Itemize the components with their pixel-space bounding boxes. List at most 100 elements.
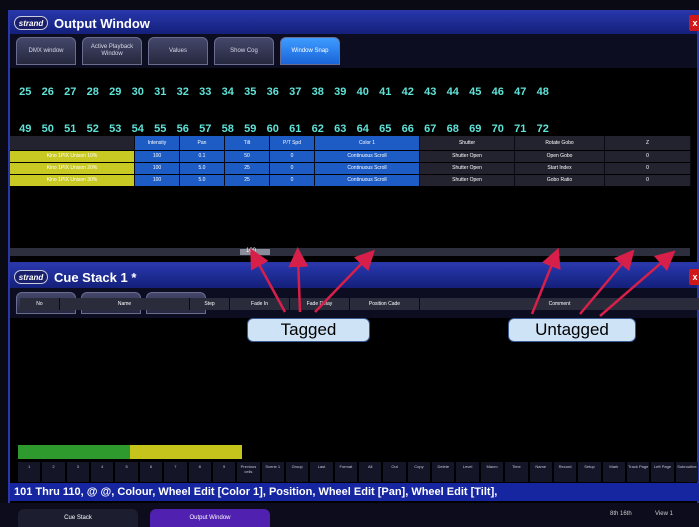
tab-dmx-window[interactable]: DMX window: [16, 37, 76, 65]
softkey[interactable]: Delete: [432, 462, 455, 482]
grid-cell[interactable]: Kino 1PIX Unison 30%: [10, 175, 135, 186]
grid-cell[interactable]: Gobo Ratio: [515, 175, 605, 186]
channel-number[interactable]: 52: [82, 123, 105, 135]
tab-show-cog[interactable]: Show Cog: [214, 37, 274, 65]
channel-number[interactable]: 39: [329, 86, 352, 98]
bottom-tab-output-window[interactable]: Output Window: [150, 509, 270, 527]
channel-number[interactable]: 36: [262, 86, 285, 98]
softkey[interactable]: Time: [505, 462, 528, 482]
softkey[interactable]: Macro: [480, 462, 504, 482]
channel-number[interactable]: 40: [352, 86, 375, 98]
channel-number[interactable]: 45: [464, 86, 487, 98]
softkey[interactable]: All: [359, 462, 382, 482]
channel-number[interactable]: 72: [532, 123, 555, 135]
horizontal-scrollbar[interactable]: 100: [10, 248, 690, 256]
grid-cell[interactable]: 50: [225, 151, 270, 162]
channel-number[interactable]: 51: [59, 123, 82, 135]
softkey[interactable]: 4: [91, 462, 114, 482]
grid-header-cell[interactable]: Pan: [180, 136, 225, 150]
grid-cell[interactable]: 100: [135, 163, 180, 174]
command-line[interactable]: 101 Thru 110, @ @, Colour, Wheel Edit [C…: [10, 483, 699, 501]
softkey[interactable]: Mark: [602, 462, 625, 482]
grid-row[interactable]: Kino 1PIX Unison 10% 100 0.1 50 0 Continuous …: [10, 151, 691, 162]
channel-number[interactable]: 47: [509, 86, 532, 98]
softkey[interactable]: Left Page: [651, 462, 674, 482]
grid-cell[interactable]: 0: [605, 163, 691, 174]
channel-number[interactable]: 31: [149, 86, 172, 98]
channel-number[interactable]: 53: [104, 123, 127, 135]
cue-column-header[interactable]: Position Cade: [350, 298, 420, 310]
tab-values[interactable]: Values: [148, 37, 208, 65]
softkey[interactable]: Group: [285, 462, 309, 482]
softkey[interactable]: 5: [115, 462, 138, 482]
softkey[interactable]: 3: [66, 462, 90, 482]
cue-column-header[interactable]: Step: [190, 298, 230, 310]
grid-cell[interactable]: 25: [225, 163, 270, 174]
channel-number[interactable]: 63: [329, 123, 352, 135]
grid-cell[interactable]: Shutter Open: [420, 163, 515, 174]
grid-cell[interactable]: 0.1: [180, 151, 225, 162]
channel-number[interactable]: 27: [59, 86, 82, 98]
grid-row[interactable]: Kino 1PIX Unison 20% 100 5.0 25 0 Continuous …: [10, 163, 691, 174]
grid-header-cell[interactable]: P/T Spd: [270, 136, 315, 150]
close-icon[interactable]: x: [689, 15, 699, 31]
channel-number[interactable]: 54: [127, 123, 150, 135]
softkey[interactable]: Last: [310, 462, 333, 482]
channel-number[interactable]: 38: [307, 86, 330, 98]
channel-number[interactable]: 42: [397, 86, 420, 98]
channel-number[interactable]: 70: [487, 123, 510, 135]
softkey[interactable]: 6: [139, 462, 163, 482]
grid-cell[interactable]: 5.0: [180, 175, 225, 186]
channel-number[interactable]: 58: [217, 123, 240, 135]
channel-number[interactable]: 55: [149, 123, 172, 135]
cue-column-header[interactable]: No: [20, 298, 60, 310]
softkey[interactable]: Record: [553, 462, 577, 482]
cue-window-titlebar[interactable]: strand Cue Stack 1 * x: [10, 266, 699, 288]
channel-number[interactable]: 44: [442, 86, 465, 98]
channel-number[interactable]: 71: [509, 123, 532, 135]
channel-number[interactable]: 56: [172, 123, 195, 135]
grid-header-cell[interactable]: Shutter: [420, 136, 515, 150]
grid-cell[interactable]: 100: [135, 151, 180, 162]
softkey[interactable]: Format: [334, 462, 358, 482]
channel-number[interactable]: 50: [37, 123, 60, 135]
grid-header-cell[interactable]: Rotate Gobo: [515, 136, 605, 150]
grid-header-cell[interactable]: [10, 136, 135, 150]
channel-number[interactable]: 46: [487, 86, 510, 98]
channel-number[interactable]: 25: [14, 86, 37, 98]
grid-header-cell[interactable]: Color 1: [315, 136, 420, 150]
grid-cell[interactable]: Shutter Open: [420, 175, 515, 186]
grid-cell[interactable]: Continuous Scroll: [315, 151, 420, 162]
softkey[interactable]: Setup: [578, 462, 601, 482]
channel-number[interactable]: 67: [419, 123, 442, 135]
grid-header-cell[interactable]: Intensity: [135, 136, 180, 150]
channel-number[interactable]: 29: [104, 86, 127, 98]
channel-number[interactable]: 37: [284, 86, 307, 98]
tab-active-playback[interactable]: Active Playback Window: [82, 37, 142, 65]
grid-cell[interactable]: 0: [605, 151, 691, 162]
softkey[interactable]: Level: [456, 462, 479, 482]
softkey[interactable]: Subroutine: [675, 462, 699, 482]
grid-row[interactable]: Kino 1PIX Unison 30% 100 5.0 25 0 Continuous …: [10, 175, 691, 186]
tab-window-snap[interactable]: Window Snap: [280, 37, 340, 65]
channel-number[interactable]: 26: [37, 86, 60, 98]
grid-header-cell[interactable]: Tilt: [225, 136, 270, 150]
channel-number[interactable]: 43: [419, 86, 442, 98]
channel-number[interactable]: 62: [307, 123, 330, 135]
channel-number[interactable]: 64: [352, 123, 375, 135]
softkey[interactable]: 2: [42, 462, 65, 482]
channel-number[interactable]: 32: [172, 86, 195, 98]
channel-number[interactable]: 57: [194, 123, 217, 135]
channel-number[interactable]: 66: [397, 123, 420, 135]
softkey[interactable]: 9: [212, 462, 236, 482]
grid-cell[interactable]: Open Gobo: [515, 151, 605, 162]
grid-cell[interactable]: 5.0: [180, 163, 225, 174]
softkey[interactable]: Copy: [407, 462, 431, 482]
grid-cell[interactable]: Kino 1PIX Unison 20%: [10, 163, 135, 174]
softkey[interactable]: Track Page: [626, 462, 650, 482]
channel-number[interactable]: 30: [127, 86, 150, 98]
close-icon[interactable]: x: [689, 269, 699, 285]
cue-column-header[interactable]: Fade In: [230, 298, 290, 310]
grid-cell[interactable]: Shutter Open: [420, 151, 515, 162]
softkey[interactable]: 8: [188, 462, 211, 482]
